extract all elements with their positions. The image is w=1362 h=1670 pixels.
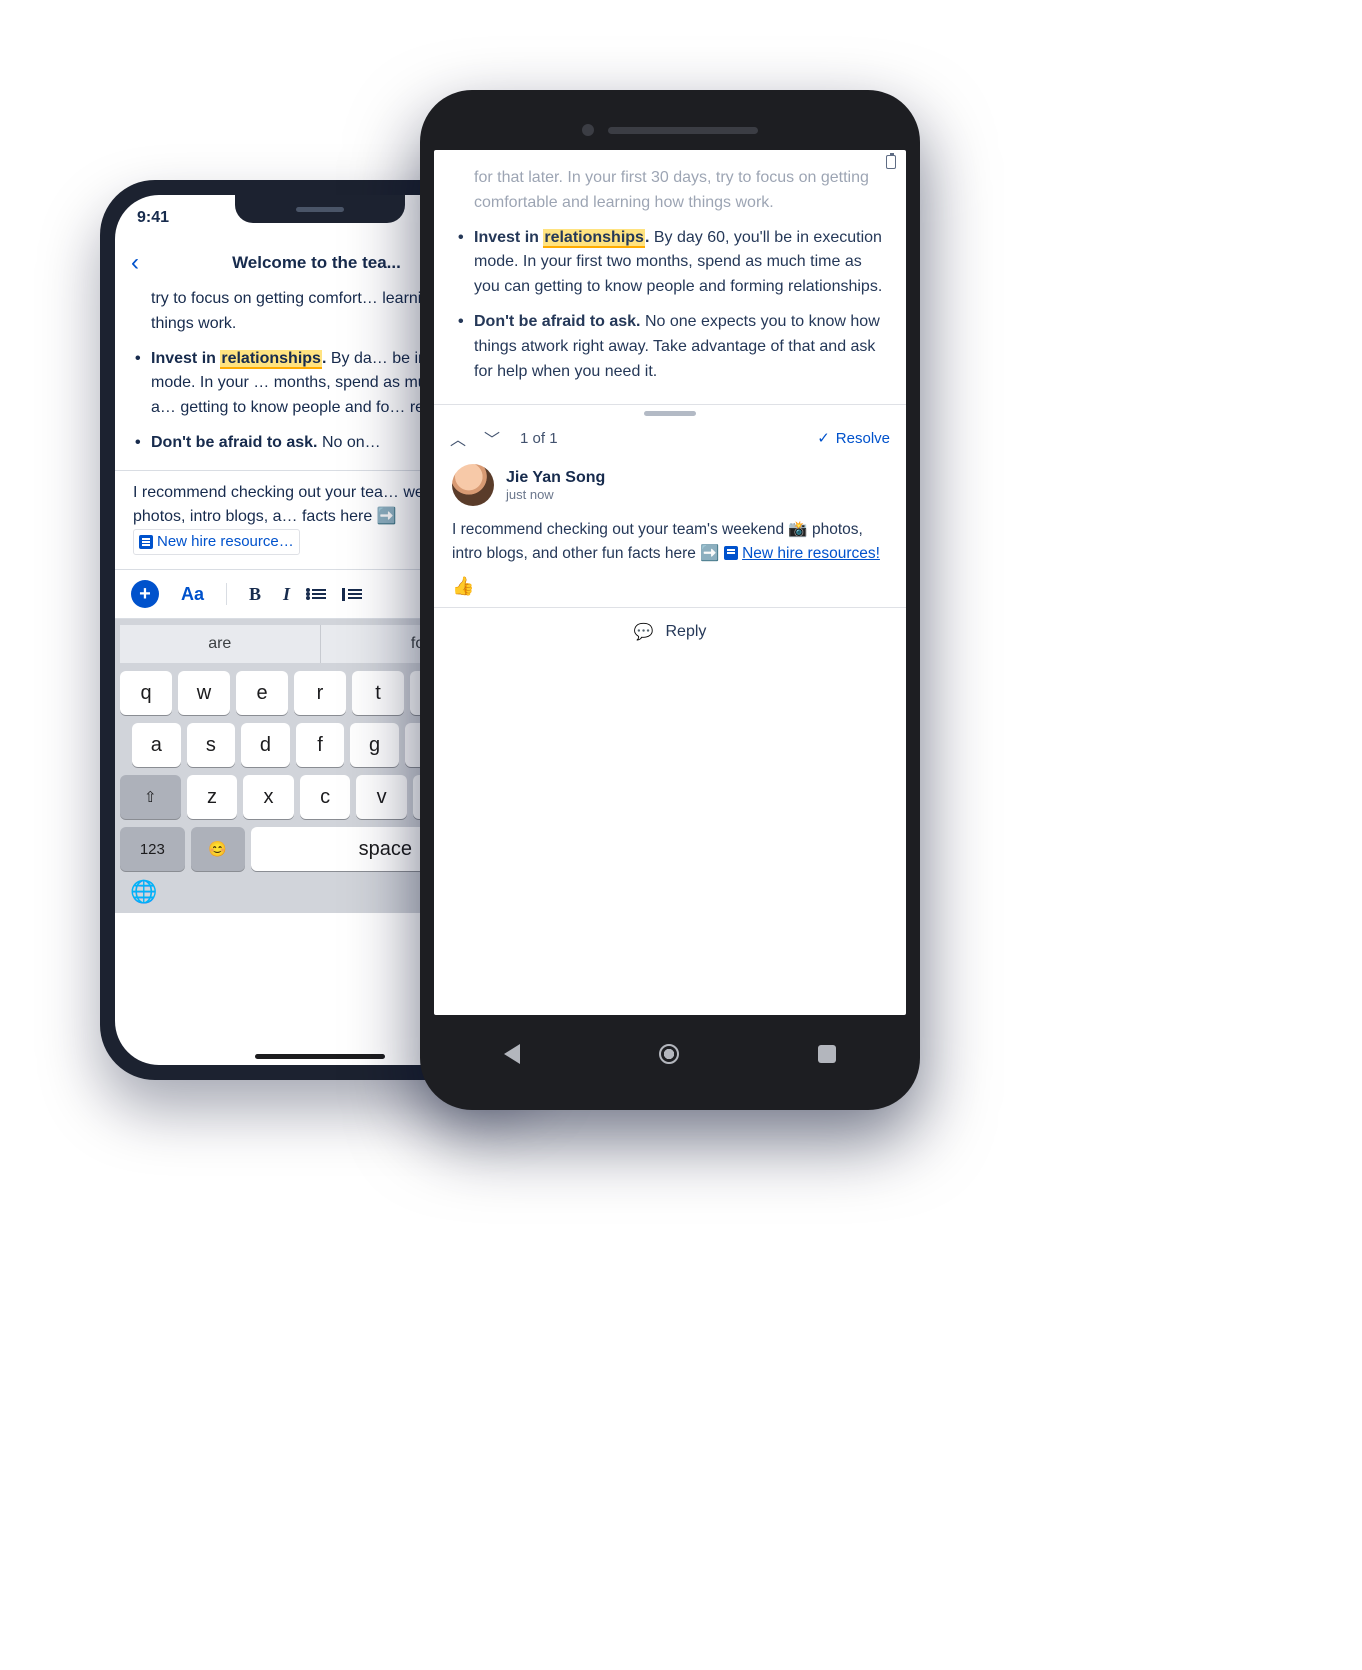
key[interactable]: f: [296, 723, 345, 767]
bullet-item: Don't be afraid to ask. No one expects y…: [474, 310, 884, 384]
comment-counter: 1 of 1: [520, 430, 558, 447]
prev-comment-icon[interactable]: ︿: [450, 426, 466, 450]
home-indicator[interactable]: [255, 1054, 385, 1059]
bullet-item: Invest in relationships. By day 60, you'…: [474, 226, 884, 300]
document-body[interactable]: for that later. In your first 30 days, t…: [434, 172, 906, 404]
doc-link-chip[interactable]: New hire resource…: [133, 529, 300, 556]
key[interactable]: v: [356, 775, 407, 819]
key[interactable]: e: [236, 671, 288, 715]
toolbar-divider: [226, 583, 227, 605]
insert-plus-button[interactable]: +: [131, 580, 159, 608]
back-chevron-icon[interactable]: ‹: [131, 249, 139, 277]
reply-icon: 💬: [634, 622, 654, 642]
emoji-key[interactable]: 😊: [191, 827, 245, 871]
check-icon: ✓: [817, 429, 830, 447]
suggestion[interactable]: are: [120, 625, 321, 663]
resolve-button[interactable]: ✓ Resolve: [817, 429, 890, 447]
numbers-key[interactable]: 123: [120, 827, 185, 871]
reply-button[interactable]: 💬 Reply: [434, 607, 906, 656]
earpiece: [608, 127, 758, 134]
next-comment-icon[interactable]: ﹀: [484, 426, 500, 450]
shift-key[interactable]: ⇧: [120, 775, 181, 819]
globe-icon[interactable]: 🌐: [130, 879, 157, 905]
doc-icon: [724, 546, 738, 560]
key[interactable]: s: [187, 723, 236, 767]
avatar[interactable]: [452, 464, 494, 506]
highlighted-text[interactable]: relationships: [543, 229, 645, 248]
android-device: for that later. In your first 30 days, t…: [420, 90, 920, 1110]
page-title: Welcome to the tea...: [232, 253, 401, 273]
bullet-list-button[interactable]: [312, 589, 326, 599]
comment-panel: ︿ ﹀ 1 of 1 ✓ Resolve Jie Yan Song just: [434, 404, 906, 656]
home-nav-icon[interactable]: [659, 1044, 679, 1064]
key[interactable]: x: [243, 775, 294, 819]
comment-author: Jie Yan Song: [506, 469, 605, 487]
italic-button[interactable]: I: [283, 584, 290, 605]
key[interactable]: d: [241, 723, 290, 767]
like-icon[interactable]: 👍: [452, 576, 888, 597]
key[interactable]: w: [178, 671, 230, 715]
intro-text: for that later. In your first 30 days, t…: [456, 166, 884, 216]
android-nav-bar: [434, 1025, 906, 1083]
highlighted-text[interactable]: relationships: [220, 350, 322, 369]
text-style-button[interactable]: Aa: [181, 584, 204, 605]
doc-icon: [139, 535, 153, 549]
comment-link[interactable]: New hire resources!: [742, 545, 880, 562]
battery-icon: [886, 155, 896, 169]
key[interactable]: a: [132, 723, 181, 767]
front-camera: [582, 124, 594, 136]
key[interactable]: r: [294, 671, 346, 715]
status-time: 9:41: [137, 209, 169, 226]
recents-nav-icon[interactable]: [818, 1045, 836, 1063]
bold-button[interactable]: B: [249, 584, 261, 605]
comment-time: just now: [506, 487, 605, 502]
iphone-notch: [235, 195, 405, 223]
key[interactable]: z: [187, 775, 238, 819]
back-nav-icon[interactable]: [504, 1044, 520, 1064]
comment-text: I recommend checking out your team's wee…: [452, 518, 888, 566]
key[interactable]: t: [352, 671, 404, 715]
numbered-list-button[interactable]: [348, 589, 362, 599]
key[interactable]: g: [350, 723, 399, 767]
key[interactable]: c: [300, 775, 351, 819]
key[interactable]: q: [120, 671, 172, 715]
